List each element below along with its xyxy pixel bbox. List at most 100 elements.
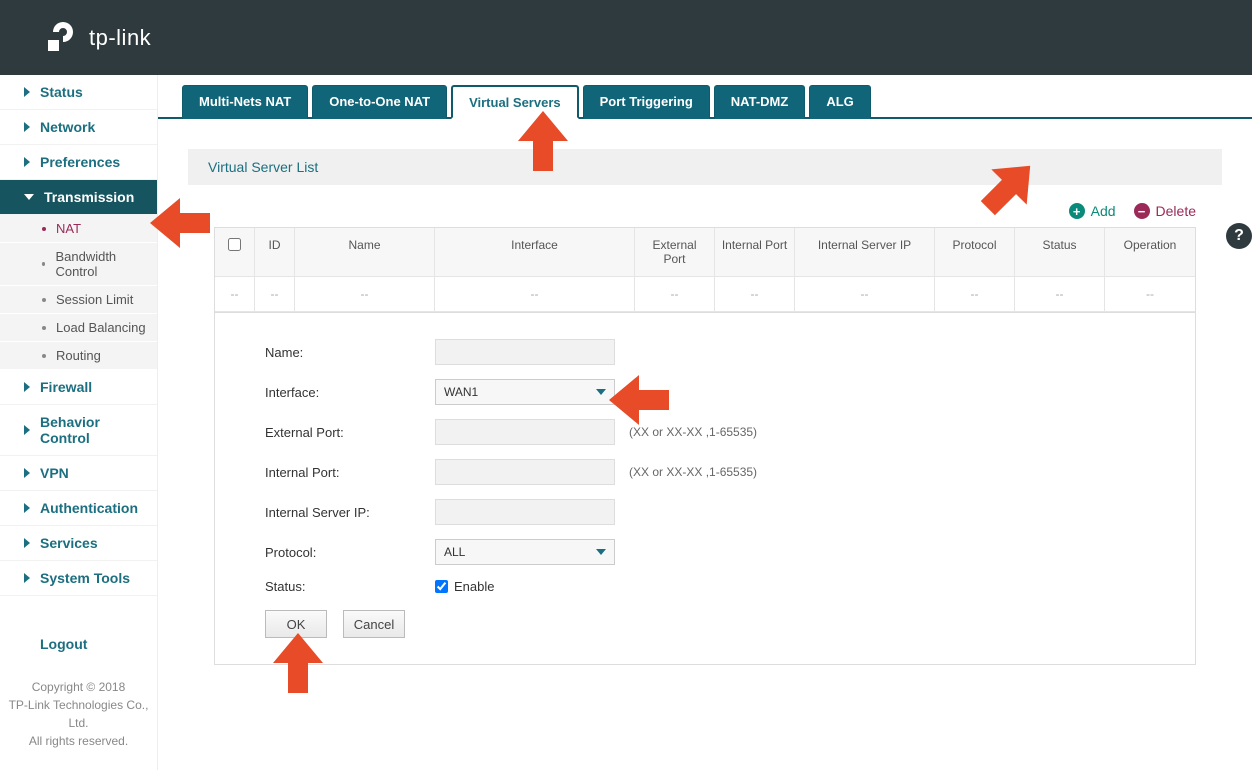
sidebar-item-label: Transmission — [44, 189, 134, 205]
sidebar-item-vpn[interactable]: VPN — [0, 456, 157, 491]
tab-virtual-servers[interactable]: Virtual Servers — [451, 85, 579, 119]
td-empty: -- — [215, 277, 255, 312]
section-title: Virtual Server List — [188, 149, 1222, 185]
protocol-select[interactable]: ALL — [435, 539, 615, 565]
sidebar-subitem-routing[interactable]: Routing — [0, 342, 157, 370]
td-empty: -- — [255, 277, 295, 312]
bullet-icon — [42, 298, 46, 302]
internal-server-ip-input[interactable] — [435, 499, 615, 525]
td-empty: -- — [435, 277, 635, 312]
td-empty: -- — [635, 277, 715, 312]
select-all-checkbox[interactable] — [228, 238, 241, 251]
chevron-right-icon — [24, 425, 30, 435]
sidebar-item-services[interactable]: Services — [0, 526, 157, 561]
tab-nat-dmz[interactable]: NAT-DMZ — [714, 85, 806, 119]
sidebar-item-label: Status — [40, 84, 83, 100]
tplink-logo-icon — [45, 20, 81, 56]
th-external-port: External Port — [635, 228, 715, 277]
th-status: Status — [1015, 228, 1105, 277]
tab-bar: Multi-Nets NAT One-to-One NAT Virtual Se… — [158, 75, 1252, 119]
status-enable-label: Enable — [454, 579, 494, 594]
help-button[interactable]: ? — [1226, 223, 1252, 249]
sidebar-item-behavior-control[interactable]: Behavior Control — [0, 405, 157, 456]
th-operation: Operation — [1105, 228, 1195, 277]
sidebar-submenu-transmission: NAT Bandwidth Control Session Limit Load… — [0, 215, 157, 370]
internal-port-hint: (XX or XX-XX ,1-65535) — [629, 465, 757, 479]
chevron-right-icon — [24, 573, 30, 583]
sidebar-item-authentication[interactable]: Authentication — [0, 491, 157, 526]
sidebar-item-label: Authentication — [40, 500, 138, 516]
add-button[interactable]: + Add — [1069, 203, 1116, 219]
add-server-form: Name: Interface: WAN1 External Port: (XX… — [214, 313, 1196, 665]
sidebar-subitem-session-limit[interactable]: Session Limit — [0, 286, 157, 314]
external-port-hint: (XX or XX-XX ,1-65535) — [629, 425, 757, 439]
sidebar-subitem-load-balancing[interactable]: Load Balancing — [0, 314, 157, 342]
td-empty: -- — [935, 277, 1015, 312]
chevron-right-icon — [24, 87, 30, 97]
tab-one-to-one-nat[interactable]: One-to-One NAT — [312, 85, 447, 119]
sidebar-subitem-bandwidth-control[interactable]: Bandwidth Control — [0, 243, 157, 286]
question-icon: ? — [1226, 223, 1252, 249]
sidebar-item-label: Session Limit — [56, 292, 133, 307]
sidebar-item-status[interactable]: Status — [0, 75, 157, 110]
td-empty: -- — [1105, 277, 1195, 312]
th-checkbox — [215, 228, 255, 277]
sidebar: Status Network Preferences Transmission … — [0, 75, 158, 770]
delete-label: Delete — [1156, 203, 1196, 219]
sidebar-item-network[interactable]: Network — [0, 110, 157, 145]
plus-circle-icon: + — [1069, 203, 1085, 219]
sidebar-item-preferences[interactable]: Preferences — [0, 145, 157, 180]
ok-button[interactable]: OK — [265, 610, 327, 638]
table-header: ID Name Interface External Port Internal… — [215, 228, 1195, 277]
th-internal-server-ip: Internal Server IP — [795, 228, 935, 277]
virtual-server-table: ID Name Interface External Port Internal… — [214, 227, 1196, 313]
sidebar-item-label: Behavior Control — [40, 414, 147, 446]
chevron-down-icon — [24, 194, 34, 200]
protocol-value: ALL — [444, 545, 465, 559]
sidebar-item-firewall[interactable]: Firewall — [0, 370, 157, 405]
tab-port-triggering[interactable]: Port Triggering — [583, 85, 710, 119]
copyright-footer: Copyright © 2018 TP-Link Technologies Co… — [0, 668, 157, 770]
chevron-right-icon — [24, 157, 30, 167]
bullet-icon — [42, 262, 45, 266]
copyright-line: Copyright © 2018 — [0, 678, 157, 696]
bullet-icon — [42, 326, 46, 330]
logout-link[interactable]: Logout — [40, 636, 87, 652]
name-input[interactable] — [435, 339, 615, 365]
minus-circle-icon: − — [1134, 203, 1150, 219]
add-label: Add — [1091, 203, 1116, 219]
sidebar-item-label: NAT — [56, 221, 81, 236]
sidebar-item-label: Preferences — [40, 154, 120, 170]
chevron-down-icon — [596, 389, 606, 395]
sidebar-subitem-nat[interactable]: NAT — [0, 215, 157, 243]
internal-port-input[interactable] — [435, 459, 615, 485]
tab-multi-nets-nat[interactable]: Multi-Nets NAT — [182, 85, 308, 119]
cancel-button[interactable]: Cancel — [343, 610, 405, 638]
td-empty: -- — [715, 277, 795, 312]
external-port-input[interactable] — [435, 419, 615, 445]
chevron-down-icon — [596, 549, 606, 555]
sidebar-item-label: Routing — [56, 348, 101, 363]
status-label: Status: — [265, 579, 435, 594]
status-enable-checkbox[interactable] — [435, 580, 448, 593]
sidebar-item-label: Firewall — [40, 379, 92, 395]
sidebar-item-transmission[interactable]: Transmission — [0, 180, 157, 215]
brand-logo: tp-link — [45, 20, 151, 56]
main-content: Multi-Nets NAT One-to-One NAT Virtual Se… — [158, 75, 1252, 770]
sidebar-item-label: VPN — [40, 465, 69, 481]
tab-alg[interactable]: ALG — [809, 85, 870, 119]
chevron-right-icon — [24, 122, 30, 132]
protocol-label: Protocol: — [265, 545, 435, 560]
delete-button[interactable]: − Delete — [1134, 203, 1196, 219]
interface-select[interactable]: WAN1 — [435, 379, 615, 405]
sidebar-item-label: Network — [40, 119, 95, 135]
copyright-line: TP-Link Technologies Co., Ltd. — [0, 696, 157, 732]
sidebar-item-system-tools[interactable]: System Tools — [0, 561, 157, 596]
sidebar-item-label: Load Balancing — [56, 320, 146, 335]
th-interface: Interface — [435, 228, 635, 277]
th-name: Name — [295, 228, 435, 277]
chevron-right-icon — [24, 468, 30, 478]
sidebar-item-label: Services — [40, 535, 98, 551]
th-protocol: Protocol — [935, 228, 1015, 277]
copyright-line: All rights reserved. — [0, 732, 157, 750]
